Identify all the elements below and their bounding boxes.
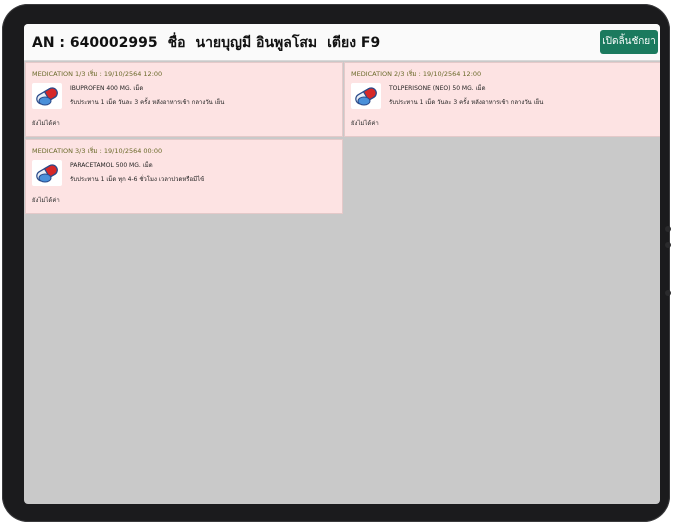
side-button-dot <box>665 290 671 296</box>
camera-dot <box>665 226 671 232</box>
app-screen: AN : 640002995 ชื่อ นายบุญมี อินพูลโสม เตีย… <box>24 24 660 504</box>
drug-instruction: รับประทาน 1 เม็ด วันละ 3 ครั้ง หลังอาหาร… <box>70 99 225 106</box>
medication-card[interactable]: MEDICATION 1/3 เริ่ม : 19/10/2564 12:00 … <box>25 62 343 137</box>
medication-card[interactable]: MEDICATION 3/3 เริ่ม : 19/10/2564 00:00 … <box>25 139 343 214</box>
pill-capsule-icon <box>32 160 62 186</box>
open-drawer-button[interactable]: เปิดลิ้นชักยา <box>600 30 658 54</box>
drug-name: PARACETAMOL 500 MG. เม็ด <box>70 162 153 169</box>
patient-header: AN : 640002995 ชื่อ นายบุญมี อินพูลโสม เตีย… <box>24 24 660 61</box>
medication-header: MEDICATION 3/3 เริ่ม : 19/10/2564 00:00 <box>32 147 163 155</box>
dispense-status: ยังไม่ได้ค่า <box>32 120 60 127</box>
medication-card[interactable]: MEDICATION 2/3 เริ่ม : 19/10/2564 12:00 … <box>344 62 660 137</box>
drug-instruction: รับประทาน 1 เม็ด ทุก 4-6 ชั่วโมง เวลาปวด… <box>70 176 205 183</box>
dispense-status: ยังไม่ได้ค่า <box>351 120 379 127</box>
pill-capsule-icon <box>351 83 381 109</box>
drug-name: TOLPERISONE (NEO) 50 MG. เม็ด <box>389 85 486 92</box>
pill-capsule-icon <box>32 83 62 109</box>
patient-title: AN : 640002995 ชื่อ นายบุญมี อินพูลโสม เตีย… <box>32 32 380 54</box>
name-label: ชื่อ <box>167 35 186 51</box>
drug-instruction: รับประทาน 1 เม็ด วันละ 3 ครั้ง หลังอาหาร… <box>389 99 544 106</box>
medication-header: MEDICATION 1/3 เริ่ม : 19/10/2564 12:00 <box>32 70 163 78</box>
bed-label: เตียง F9 <box>327 35 381 51</box>
medication-header: MEDICATION 2/3 เริ่ม : 19/10/2564 12:00 <box>351 70 482 78</box>
patient-name: นายบุญมี อินพูลโสม <box>195 35 318 51</box>
drug-name: IBUPROFEN 400 MG. เม็ด <box>70 85 144 92</box>
an-number: AN : 640002995 <box>32 35 158 51</box>
sensor-dot <box>665 242 671 248</box>
dispense-status: ยังไม่ได้ค่า <box>32 197 60 204</box>
